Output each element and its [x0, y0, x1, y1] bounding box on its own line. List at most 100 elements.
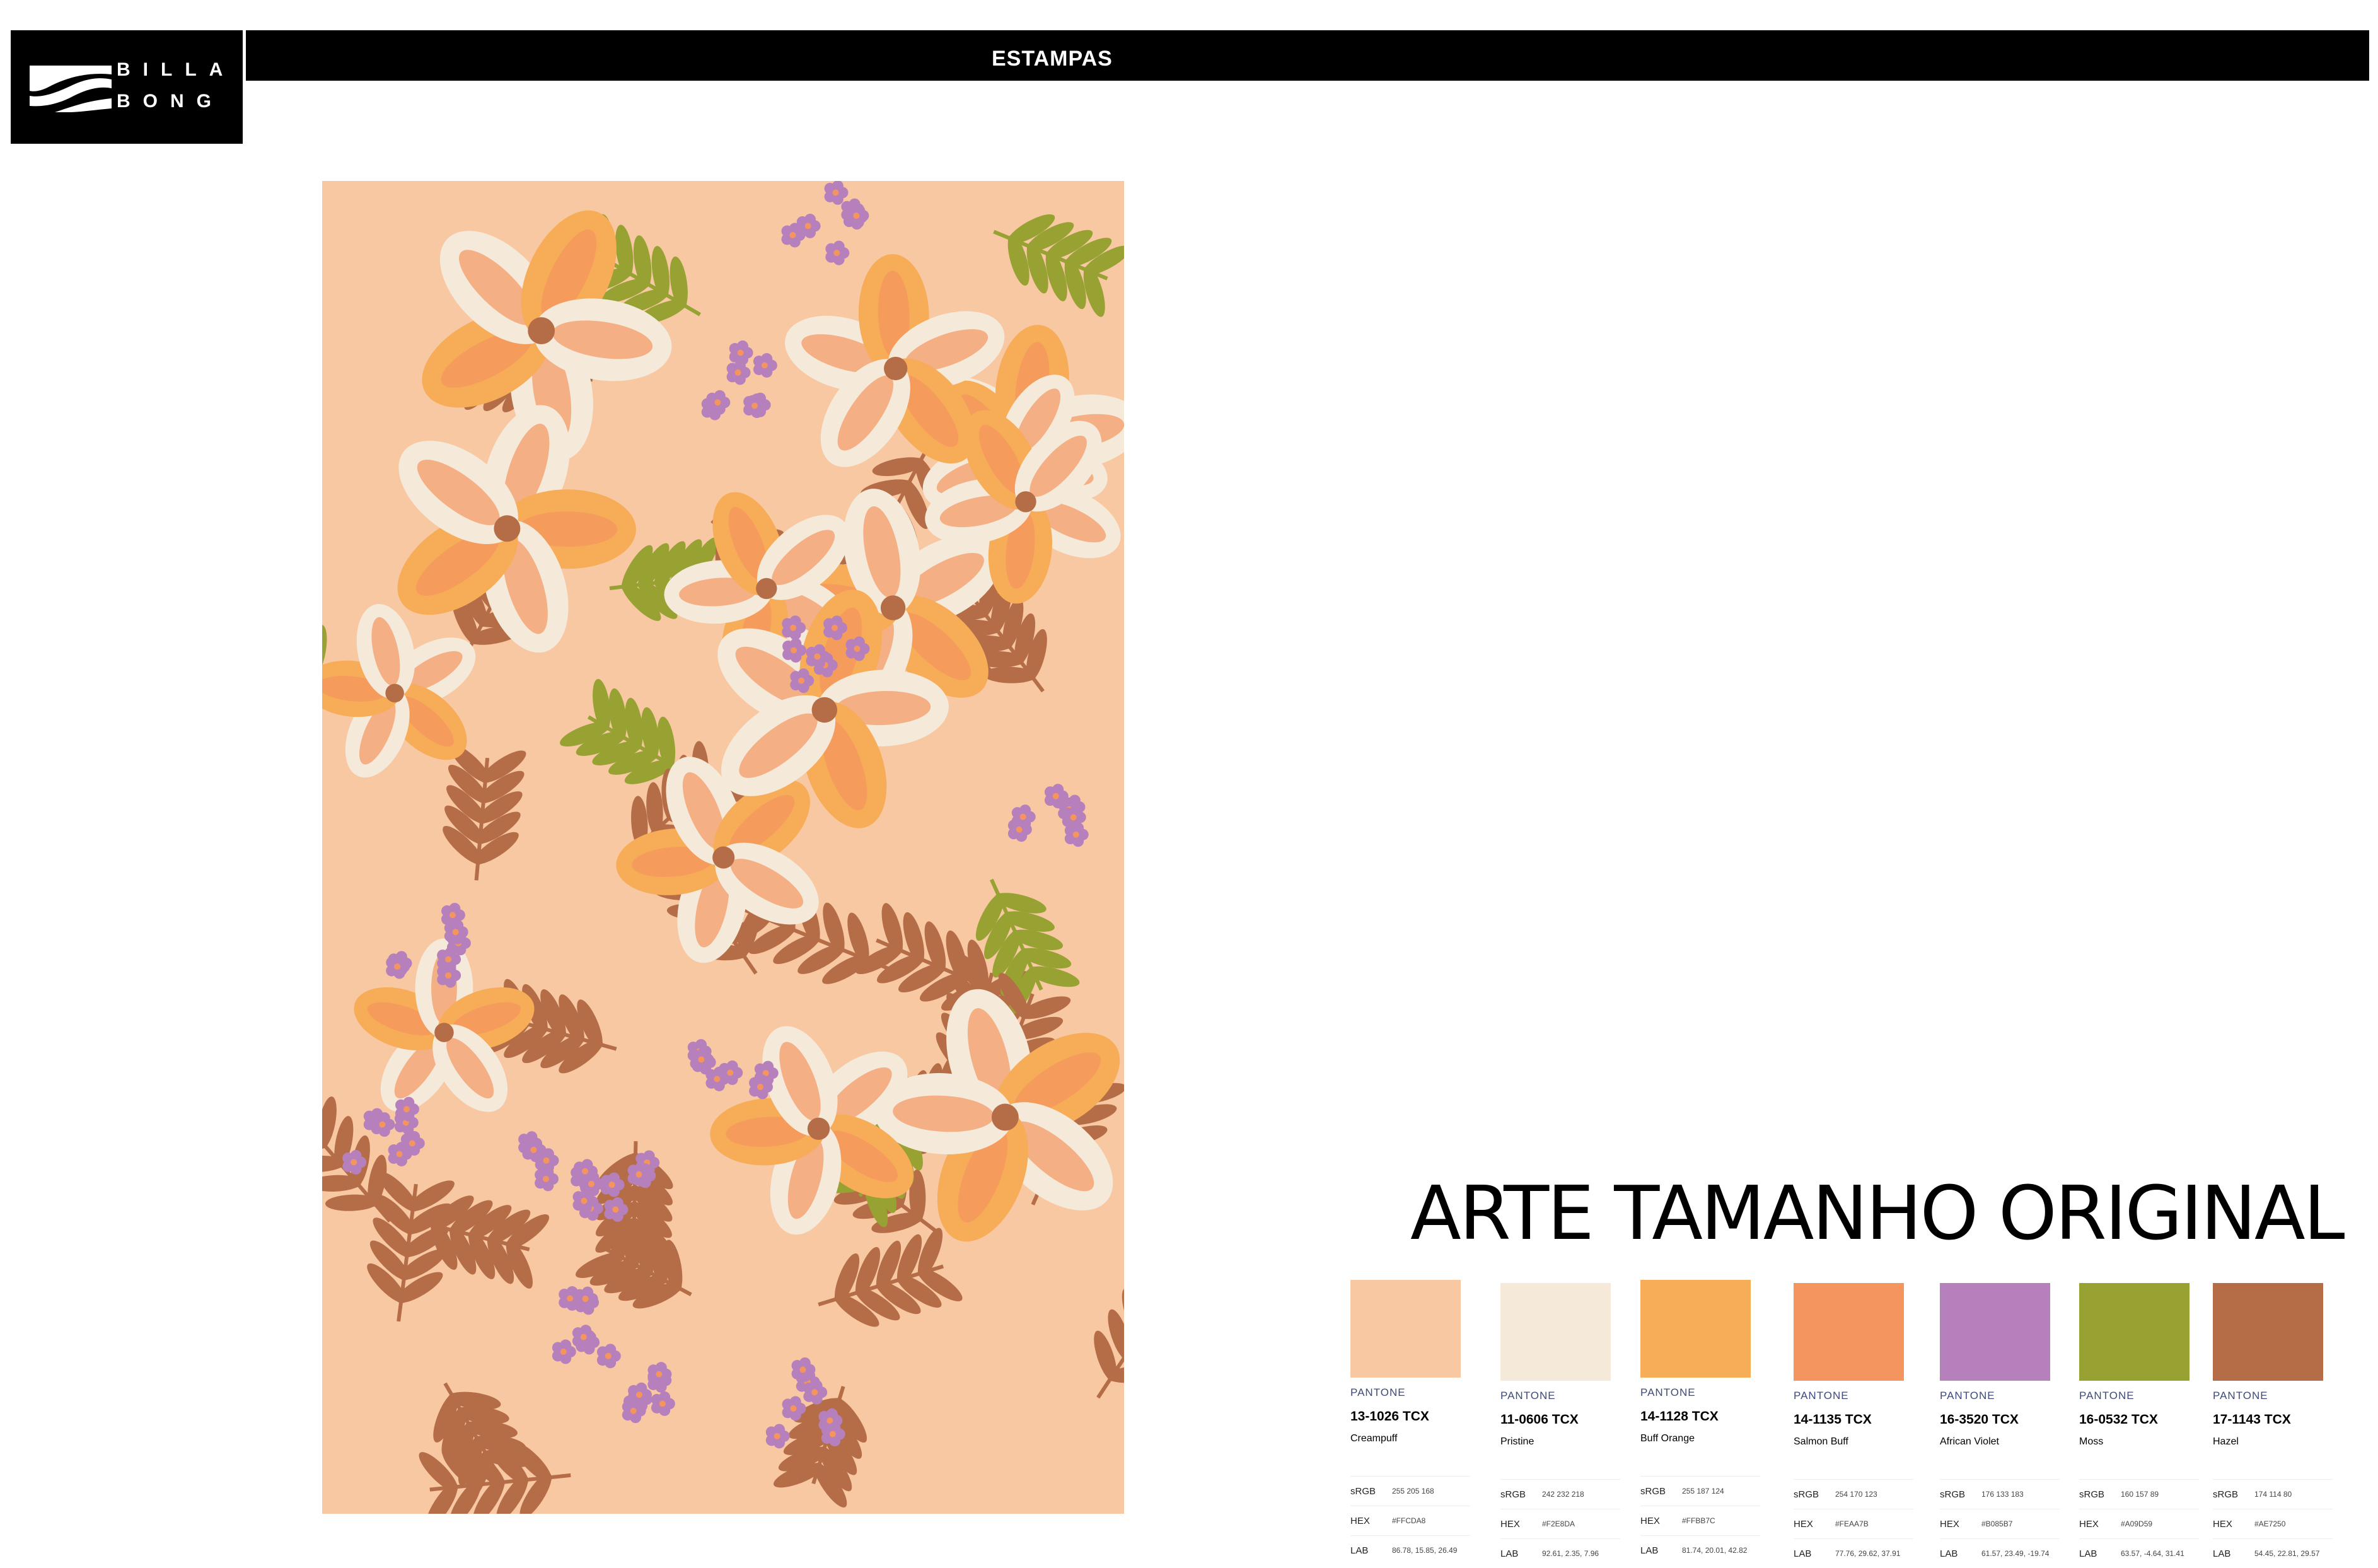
small-flower-petal	[761, 353, 773, 365]
small-flower-petal	[393, 954, 405, 966]
pantone-code: 14-1128 TCX	[1640, 1409, 1719, 1424]
color-specs: sRGB 160 157 89 HEX #A09D59 LAB 63.57, -4.64,…	[2079, 1479, 2199, 1568]
pantone-code: 11-0606 TCX	[1500, 1412, 1579, 1427]
small-flower-center	[737, 349, 744, 356]
spec-key: HEX	[2079, 1518, 2099, 1530]
spec-value: #AE7250	[2254, 1519, 2286, 1528]
color-card: PANTONE 14-1128 TCX Buff Orange sRGB 255 187…	[1640, 1280, 1760, 1557]
spec-key: HEX	[1640, 1515, 1660, 1526]
small-flower-petal	[751, 393, 763, 405]
spec-row-srgb: sRGB 174 114 80	[2213, 1479, 2333, 1509]
small-flower-petal	[826, 1408, 838, 1420]
color-name: Pristine	[1500, 1436, 1534, 1447]
color-specs: sRGB 176 133 183 HEX #B085B7 LAB 61.57, 23.49…	[1940, 1479, 2060, 1568]
pantone-code: 16-3520 TCX	[1940, 1412, 2019, 1427]
small-flower-petal	[605, 1344, 617, 1356]
color-name: Creampuff	[1350, 1433, 1398, 1444]
spec-value: #F2E8DA	[1542, 1519, 1575, 1528]
spec-key: LAB	[1794, 1548, 1812, 1559]
small-flower-center	[1072, 831, 1079, 838]
small-flower-center	[714, 1076, 721, 1083]
spec-value: #A09D59	[2121, 1519, 2153, 1528]
small-flower-petal	[530, 1137, 542, 1149]
spec-value: 160 157 89	[2121, 1490, 2159, 1499]
small-flower-petal	[588, 1171, 600, 1183]
spec-row-lab: LAB 92.61, 2.35, 7.96	[1500, 1538, 1620, 1568]
color-swatch	[1940, 1283, 2050, 1381]
spec-value: 81.74, 20.01, 42.82	[1682, 1546, 1748, 1555]
small-flower-center	[630, 1407, 637, 1414]
small-flower-petal	[829, 1422, 841, 1434]
small-flower-petal	[799, 1357, 811, 1369]
small-flower-center	[790, 647, 797, 654]
small-flower-center	[580, 1333, 587, 1340]
flower-center	[434, 1023, 454, 1042]
small-flower-center	[543, 1157, 550, 1164]
page-title: ESTAMPAS	[992, 47, 1113, 71]
brand-name-line2: BONG	[117, 91, 224, 112]
small-flower-petal	[612, 1197, 624, 1209]
small-flower-center	[804, 223, 811, 229]
small-flower-center	[831, 624, 838, 631]
small-flower-center	[659, 1400, 666, 1407]
small-flower-petal	[853, 636, 865, 648]
spec-key: LAB	[2213, 1548, 2231, 1559]
spec-key: HEX	[2213, 1518, 2232, 1530]
color-card: PANTONE 14-1135 TCX Salmon Buff sRGB 254 170…	[1794, 1283, 1913, 1560]
spec-value: 254 170 123	[1835, 1490, 1877, 1499]
small-flower-center	[409, 1140, 415, 1147]
small-flower-center	[452, 929, 459, 936]
small-flower-petal	[811, 1379, 823, 1391]
color-swatch	[1640, 1280, 1751, 1378]
small-flower-petal	[1052, 784, 1064, 796]
small-flower-center	[798, 677, 805, 684]
spec-value: #FFBB7C	[1682, 1516, 1715, 1525]
color-specs: sRGB 255 205 168 HEX #FFCDA8 LAB 86.78, 15.85…	[1350, 1476, 1470, 1565]
small-flower-petal	[403, 1096, 415, 1108]
small-flower-center	[656, 1371, 663, 1378]
pantone-label: PANTONE	[1794, 1390, 1849, 1402]
spec-value: #FFCDA8	[1392, 1516, 1426, 1525]
spec-value: #FEAA7B	[1835, 1519, 1869, 1528]
wave-logo-icon	[30, 66, 112, 112]
small-flower-petal	[635, 1162, 647, 1174]
small-flower-center	[853, 212, 860, 219]
spec-row-srgb: sRGB 254 170 123	[1794, 1479, 1913, 1509]
color-specs: sRGB 174 114 80 HEX #AE7250 LAB 54.45, 22.81,…	[2213, 1479, 2333, 1568]
small-flower-petal	[762, 1060, 774, 1072]
spec-value: 86.78, 15.85, 26.49	[1392, 1546, 1458, 1555]
color-name: Moss	[2079, 1436, 2104, 1447]
spec-row-lab: LAB 81.74, 20.01, 42.82	[1640, 1535, 1760, 1565]
color-card: PANTONE 16-0532 TCX Moss sRGB 160 157 89 HEX #…	[2079, 1283, 2199, 1560]
small-flower-center	[396, 1151, 403, 1158]
spec-key: LAB	[1640, 1545, 1659, 1556]
small-flower-center	[1052, 793, 1059, 799]
pantone-label: PANTONE	[1940, 1390, 1995, 1402]
small-flower-center	[757, 1083, 763, 1090]
small-flower-center	[567, 1295, 574, 1302]
pantone-label: PANTONE	[2079, 1390, 2135, 1402]
small-flower-petal	[833, 240, 845, 252]
small-flower-petal	[713, 1066, 725, 1078]
small-flower-petal	[659, 1391, 671, 1403]
spec-key: sRGB	[1640, 1485, 1666, 1497]
small-flower-center	[542, 1175, 549, 1182]
small-flower-center	[829, 1431, 836, 1437]
small-flower-center	[751, 402, 758, 409]
flower-center	[884, 356, 908, 381]
flower-center	[494, 515, 521, 542]
small-flower-petal	[449, 902, 461, 914]
pantone-code: 16-0532 TCX	[2079, 1412, 2158, 1427]
small-flower-center	[799, 1366, 806, 1373]
spec-key: LAB	[2079, 1548, 2097, 1559]
color-swatch	[1350, 1280, 1461, 1378]
small-flower-petal	[444, 963, 456, 975]
spec-key: sRGB	[1350, 1485, 1376, 1497]
brand-logo: BILLA BONG	[11, 30, 243, 144]
spec-row-lab: LAB 86.78, 15.85, 26.49	[1350, 1535, 1470, 1565]
small-flower-petal	[736, 340, 748, 352]
small-flower-petal	[726, 1060, 738, 1072]
spec-row-hex: HEX #F2E8DA	[1500, 1509, 1620, 1538]
spec-value: 255 205 168	[1392, 1487, 1434, 1495]
small-flower-petal	[757, 1074, 768, 1086]
